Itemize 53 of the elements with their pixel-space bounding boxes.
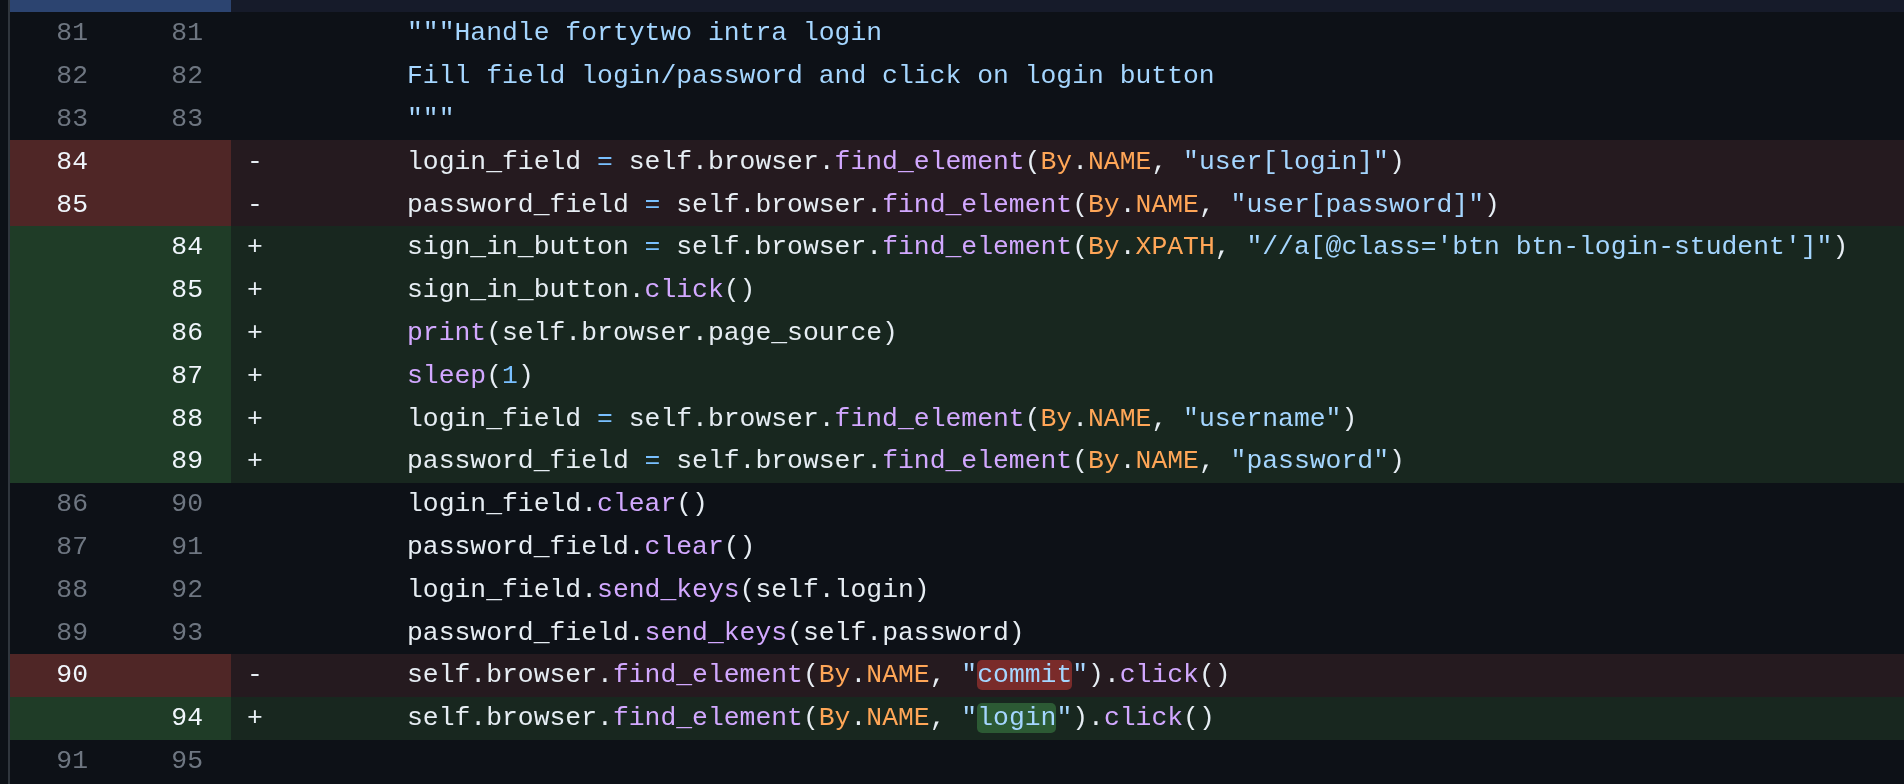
old-line-number: 83	[55, 104, 88, 134]
diff-marker: +	[247, 360, 264, 391]
new-line-number: 84	[170, 232, 203, 263]
code-line: sign_in_button = self.browser.find_element(By.XPATH, "//a[@class='btn btn-login-student']")	[407, 232, 1849, 263]
code-line: login_field.send_keys(self.login)	[407, 574, 930, 605]
code-line: """Handle fortytwo intra login	[407, 18, 883, 49]
code-line: self.browser.find_element(By.NAME, "login").click()	[407, 703, 1215, 734]
new-line-number: 81	[170, 18, 203, 49]
diff-marker: -	[247, 189, 264, 220]
old-line-number: 86	[55, 489, 88, 520]
code-line: sleep(1)	[407, 360, 534, 391]
code-line: password_field.send_keys(self.password)	[407, 617, 1025, 648]
code-line: login_field = self.browser.find_element(By.NAME, "username")	[407, 403, 1358, 434]
diff-marker: -	[247, 660, 264, 691]
code-line: print(self.browser.page_source)	[407, 317, 898, 348]
new-line-number: 91	[170, 531, 203, 562]
code-line: self.browser.find_element(By.NAME, "commit").click()	[407, 660, 1231, 691]
diff-marker: +	[247, 275, 264, 306]
code-line: password_field = self.browser.find_element(By.NAME, "user[password]")	[407, 189, 1500, 220]
new-line-number: 90	[170, 489, 203, 520]
new-line-number: 87	[170, 360, 203, 391]
old-line-number: 90	[55, 660, 88, 691]
old-line-number: 84	[55, 146, 88, 177]
new-line-number: 86	[170, 317, 203, 348]
old-line-number: 87	[55, 531, 88, 562]
new-line-number: 83	[170, 104, 203, 134]
new-line-number: 88	[170, 403, 203, 434]
code-line: sign_in_button.click()	[407, 275, 756, 306]
new-line-number: 94	[170, 703, 203, 734]
code-line: Fill field login/password and click on login button	[407, 61, 1215, 92]
new-line-number: 92	[170, 574, 203, 605]
code-line: login_field = self.browser.find_element(By.NAME, "user[login]")	[407, 146, 1405, 177]
code-line: login_field.clear()	[407, 489, 708, 520]
old-line-number: 81	[55, 18, 88, 49]
diff-marker: +	[247, 232, 264, 263]
code-line: password_field = self.browser.find_element(By.NAME, "password")	[407, 446, 1405, 477]
diff-marker: +	[247, 446, 264, 477]
code-line: password_field.clear()	[407, 531, 756, 562]
old-line-number: 88	[55, 574, 88, 605]
new-line-number: 95	[170, 745, 203, 776]
old-line-number: 82	[55, 61, 88, 92]
diff-marker: +	[247, 403, 264, 434]
diff-marker: +	[247, 703, 264, 734]
diff-marker: -	[247, 146, 264, 177]
new-line-number: 85	[170, 275, 203, 306]
old-line-number: 85	[55, 189, 88, 220]
code-line: """	[407, 104, 455, 134]
new-line-number: 93	[170, 617, 203, 648]
new-line-number: 89	[170, 446, 203, 477]
diff-marker: +	[247, 317, 264, 348]
old-line-number: 91	[55, 745, 88, 776]
old-line-number: 89	[55, 617, 88, 648]
new-line-number: 82	[170, 61, 203, 92]
